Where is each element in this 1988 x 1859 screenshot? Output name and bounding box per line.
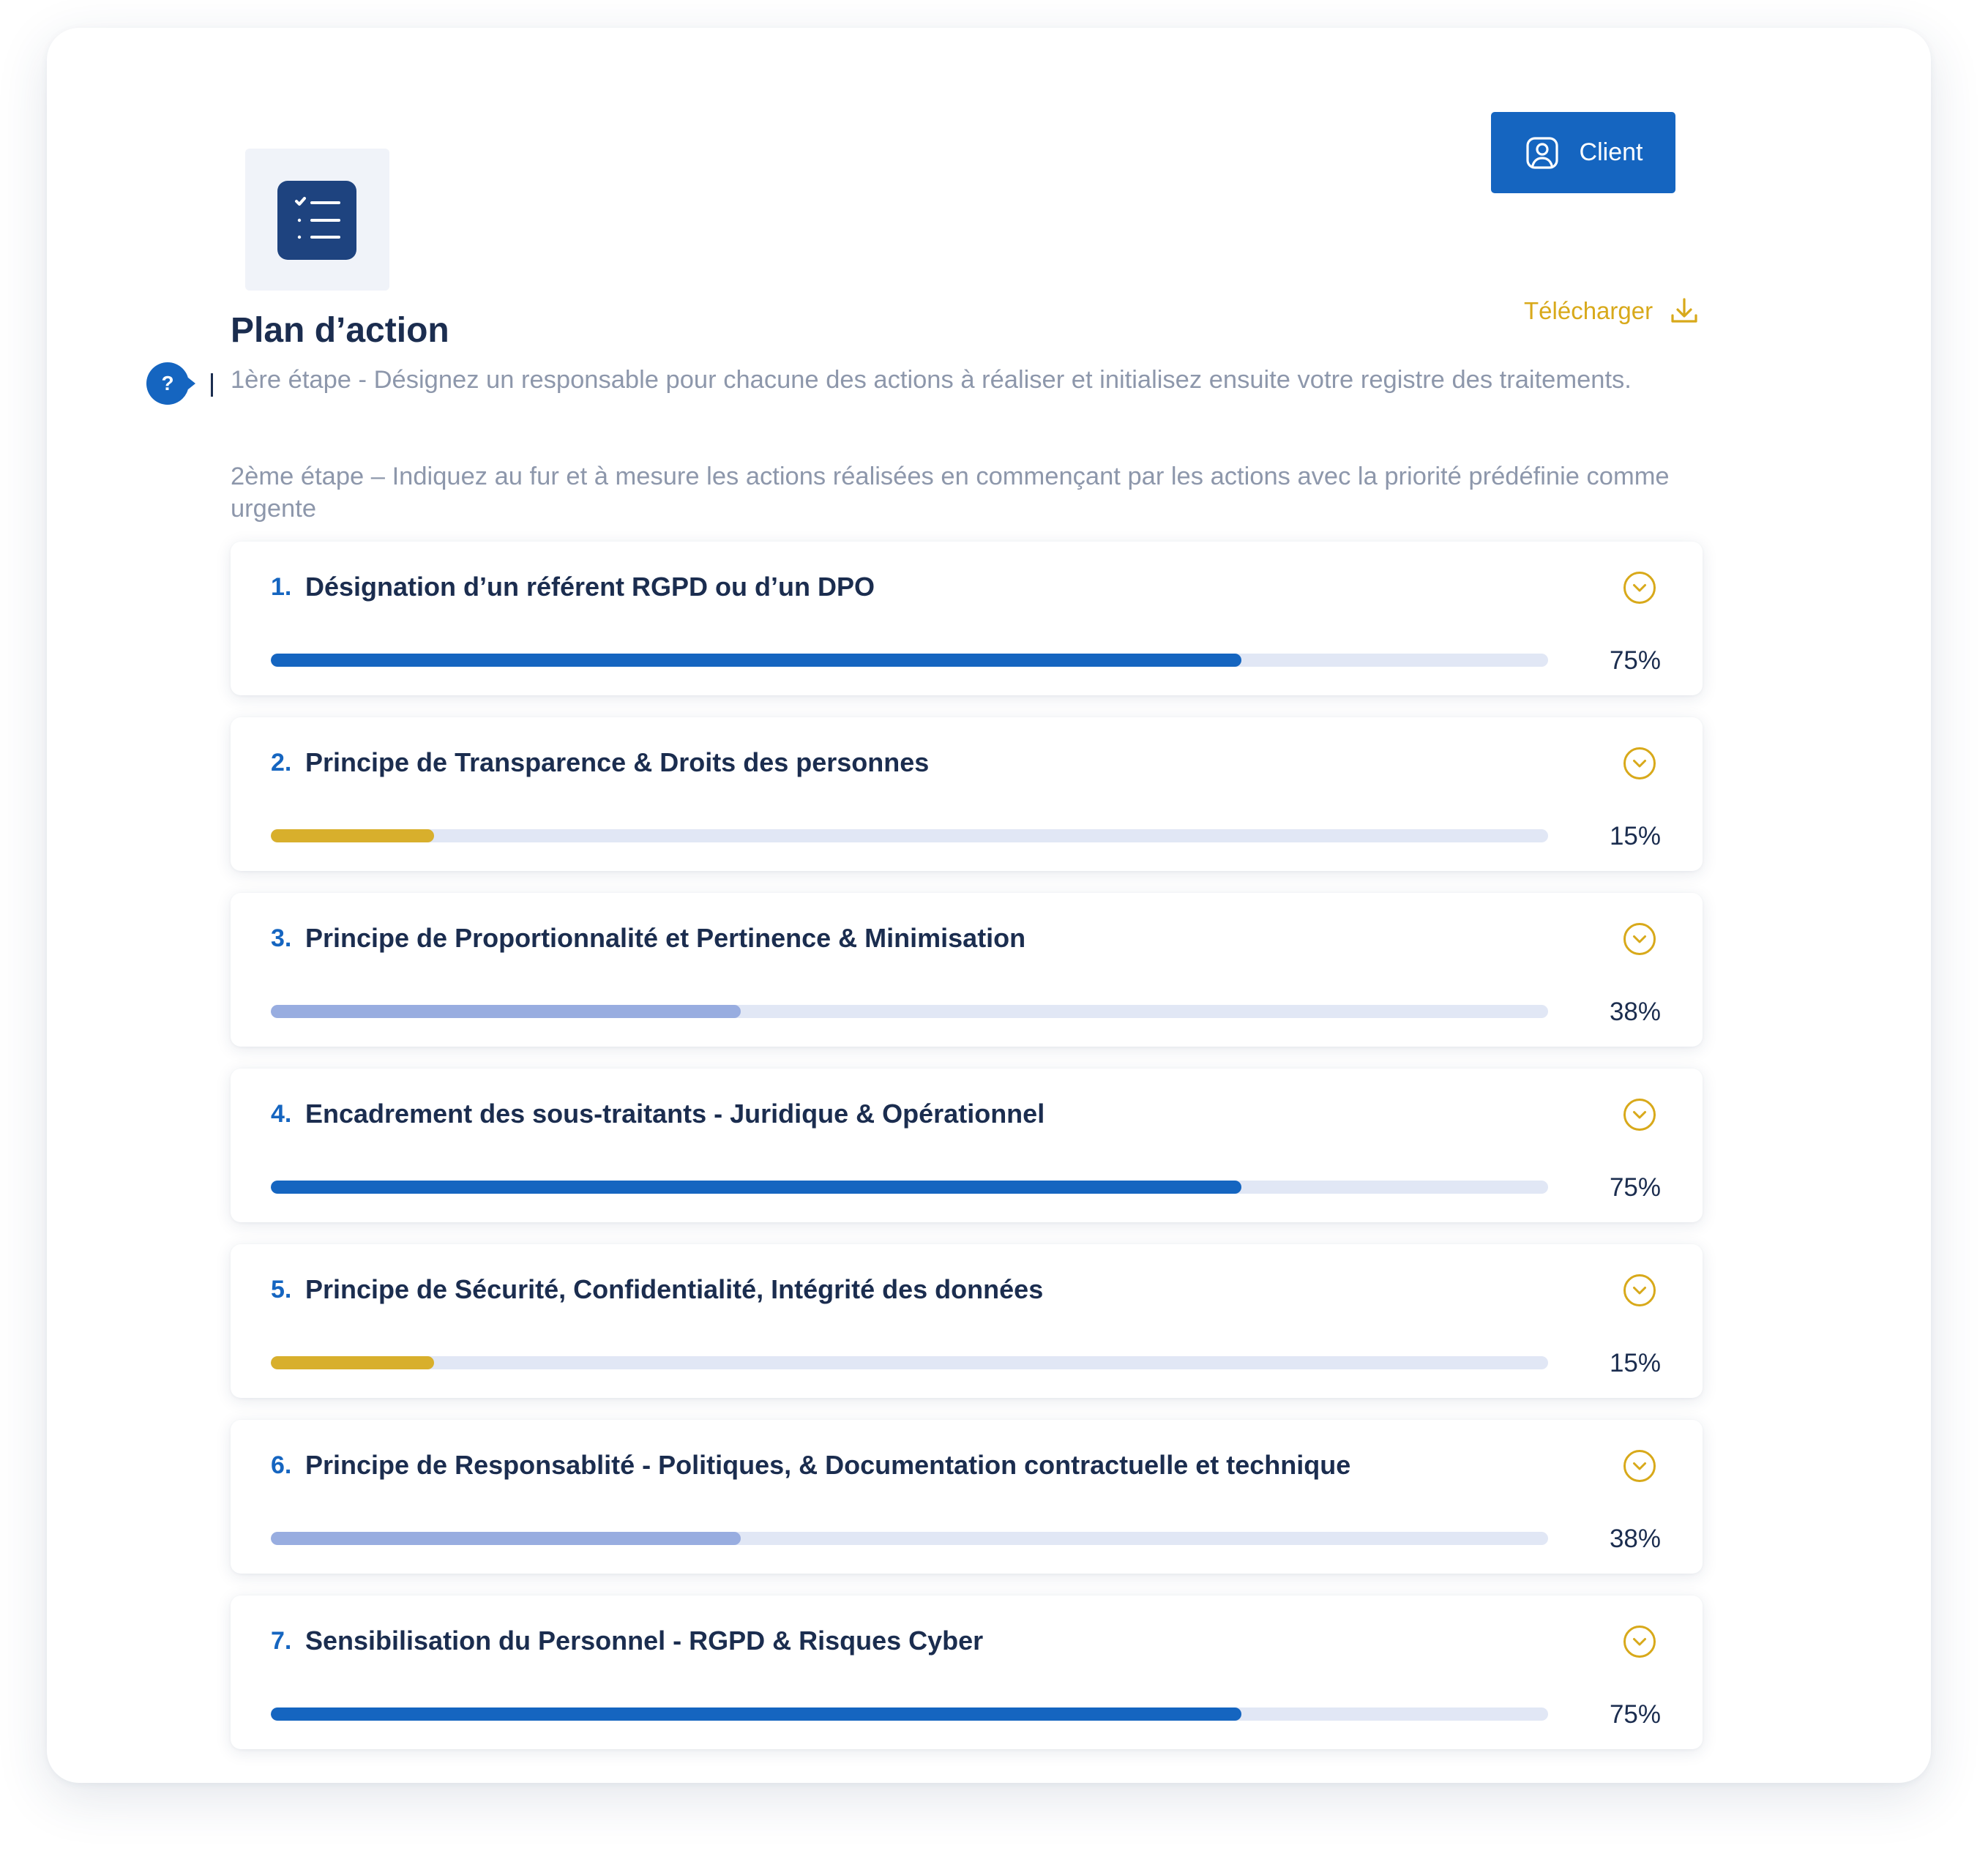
progress-track <box>271 654 1548 667</box>
progress-percent: 75% <box>1609 1173 1661 1202</box>
action-title: Principe de Sécurité, Confidentialité, I… <box>305 1274 1044 1304</box>
download-link[interactable]: Télécharger <box>1524 293 1700 329</box>
progress-track <box>271 1181 1548 1194</box>
action-title: Principe de Transparence & Droits des pe… <box>305 747 930 777</box>
action-card[interactable]: 5. Principe de Sécurité, Confidentialité,… <box>231 1244 1703 1398</box>
action-number: 2. <box>271 749 292 777</box>
user-profile-icon <box>1524 135 1561 171</box>
action-number: 1. <box>271 573 292 601</box>
action-title: Sensibilisation du Personnel - RGPD & Ri… <box>305 1626 984 1656</box>
page-title: Plan d’action <box>231 311 449 350</box>
chevron-down-circle-icon[interactable] <box>1623 747 1656 780</box>
instruction-step-2: 2ème étape – Indiquez au fur et à mesure… <box>231 463 1670 523</box>
progress-percent: 38% <box>1609 998 1661 1026</box>
action-title: Désignation d’un référent RGPD ou d’un D… <box>305 572 875 602</box>
progress-track <box>271 1356 1548 1369</box>
action-number: 6. <box>271 1451 292 1479</box>
action-card[interactable]: 6. Principe de Responsablité - Politiques… <box>231 1420 1703 1574</box>
client-button-label: Client <box>1579 138 1643 166</box>
action-card[interactable]: 4. Encadrement des sous-traitants - Jurid… <box>231 1069 1703 1222</box>
client-button[interactable]: Client <box>1491 112 1675 193</box>
progress-track <box>271 1005 1548 1018</box>
download-label: Télécharger <box>1524 297 1653 324</box>
action-number: 4. <box>271 1100 292 1128</box>
chevron-down-circle-icon[interactable] <box>1623 571 1656 605</box>
progress-percent: 75% <box>1609 646 1661 675</box>
text-caret <box>211 373 213 397</box>
progress-track <box>271 1707 1548 1721</box>
chevron-down-circle-icon[interactable] <box>1623 1625 1656 1658</box>
progress-track <box>271 829 1548 842</box>
progress-percent: 15% <box>1609 1349 1661 1377</box>
action-card[interactable]: 7. Sensibilisation du Personnel - RGPD & … <box>231 1596 1703 1749</box>
progress-fill <box>271 829 435 842</box>
action-number: 7. <box>271 1627 292 1655</box>
progress-percent: 15% <box>1609 822 1661 850</box>
download-icon <box>1669 296 1700 326</box>
progress-fill <box>271 1356 435 1369</box>
chevron-down-circle-icon[interactable] <box>1623 922 1656 956</box>
instruction-step-1: 1ère étape - Désignez un responsable pou… <box>231 366 1632 394</box>
progress-fill <box>271 1181 1242 1194</box>
progress-percent: 38% <box>1609 1525 1661 1553</box>
action-number: 3. <box>271 924 292 952</box>
plan-logo <box>245 149 389 291</box>
progress-fill <box>271 1532 741 1545</box>
progress-track <box>271 1532 1548 1545</box>
action-title: Principe de Responsablité - Politiques, … <box>305 1450 1351 1480</box>
progress-percent: 75% <box>1609 1700 1661 1729</box>
progress-fill <box>271 1005 741 1018</box>
action-title: Encadrement des sous-traitants - Juridiq… <box>305 1099 1045 1129</box>
action-number: 5. <box>271 1276 292 1303</box>
checklist-icon <box>277 181 356 260</box>
action-card[interactable]: 1. Désignation d’un référent RGPD ou d’un… <box>231 542 1703 695</box>
chevron-down-circle-icon[interactable] <box>1623 1098 1656 1132</box>
action-title: Principe de Proportionnalité et Pertinen… <box>305 923 1026 953</box>
chevron-down-circle-icon[interactable] <box>1623 1449 1656 1483</box>
chevron-down-circle-icon[interactable] <box>1623 1273 1656 1307</box>
progress-fill <box>271 654 1242 667</box>
action-card[interactable]: 3. Principe de Proportionnalité et Pertin… <box>231 893 1703 1047</box>
help-button[interactable]: ? <box>146 362 195 405</box>
action-card[interactable]: 2. Principe de Transparence & Droits des … <box>231 717 1703 871</box>
progress-fill <box>271 1707 1242 1721</box>
